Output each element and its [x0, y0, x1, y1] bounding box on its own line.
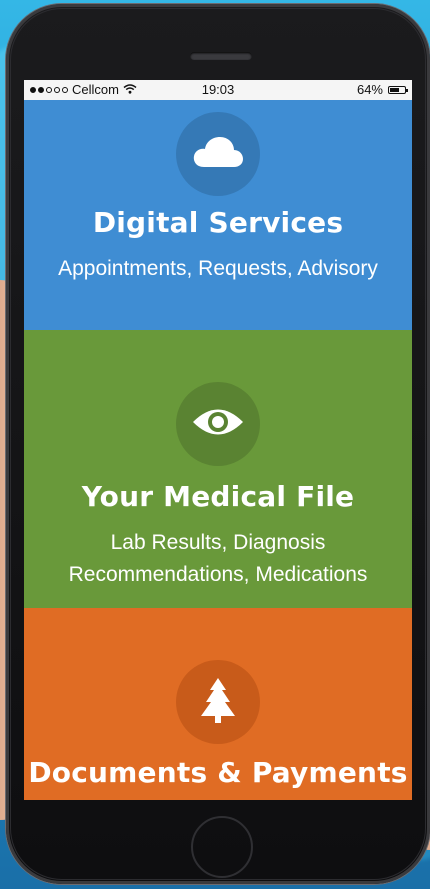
cloud-icon — [192, 135, 244, 174]
promo-scene: Cellcom 19:03 64% Digital Services Appoi… — [0, 0, 430, 889]
home-button[interactable] — [191, 816, 253, 878]
medical-file-title: Your Medical File — [81, 480, 355, 513]
medical-file-tile[interactable]: Your Medical File Lab Results, Diagnosis… — [24, 330, 412, 608]
digital-services-tile[interactable]: Digital Services Appointments, Requests,… — [24, 100, 412, 330]
digital-services-icon-circle — [176, 112, 260, 196]
earpiece-speaker — [190, 52, 252, 60]
battery-percent: 64% — [356, 82, 383, 97]
medical-file-icon-circle — [176, 382, 260, 466]
digital-services-subtitle: Appointments, Requests, Advisory — [58, 257, 378, 280]
battery-fill — [390, 88, 399, 92]
documents-payments-tile[interactable]: Documents & Payments — [24, 608, 412, 800]
status-bar: Cellcom 19:03 64% — [24, 80, 412, 100]
documents-payments-title: Documents & Payments — [28, 756, 408, 789]
status-bar-time: 19:03 — [201, 82, 235, 97]
medical-file-subtitle-line2: Recommendations, Medications — [68, 563, 368, 586]
digital-services-title: Digital Services — [92, 206, 344, 239]
eye-icon — [191, 405, 245, 444]
battery-icon — [388, 86, 408, 94]
phone-screen: Cellcom 19:03 64% Digital Services Appoi… — [24, 80, 412, 800]
medical-file-subtitle-line1: Lab Results, Diagnosis — [110, 531, 326, 554]
status-bar-right: 64% — [356, 80, 408, 100]
documents-payments-icon-circle — [176, 660, 260, 744]
tree-icon — [198, 676, 238, 729]
